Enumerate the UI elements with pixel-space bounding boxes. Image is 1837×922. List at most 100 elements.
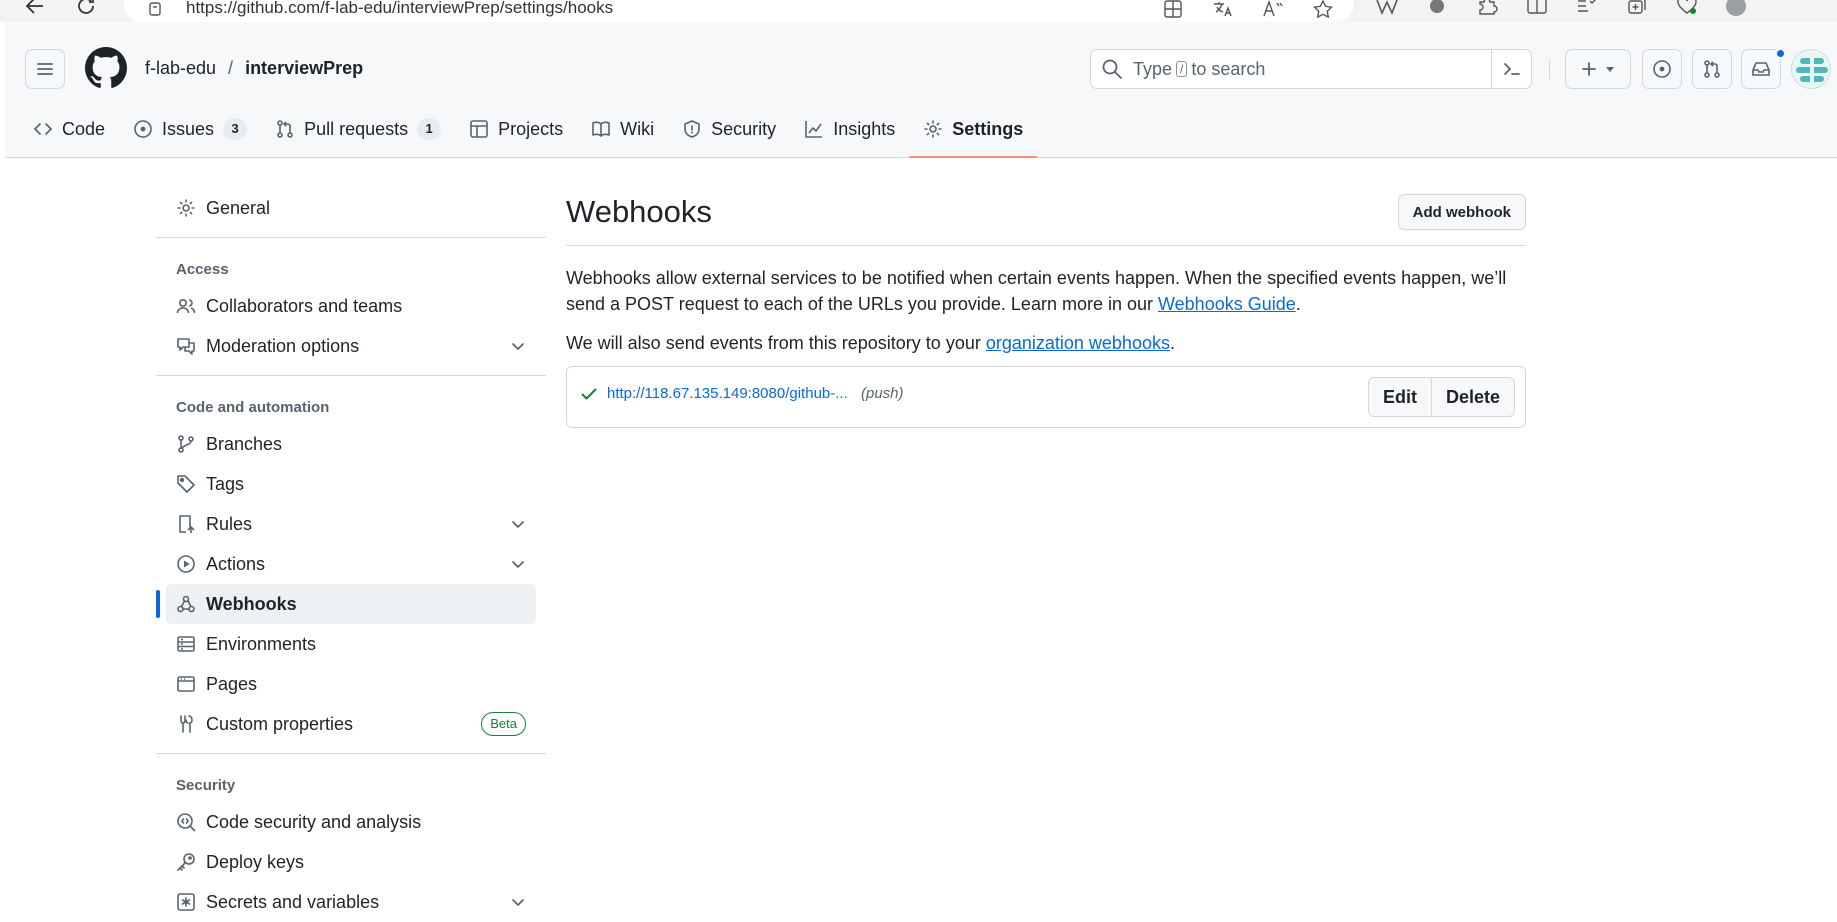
hamburger-icon: [36, 61, 54, 77]
delete-webhook-button[interactable]: Delete: [1430, 378, 1514, 416]
tab-label: Projects: [498, 118, 564, 139]
sidebar-divider: [156, 237, 546, 238]
split-screen-icon[interactable]: [1526, 0, 1548, 15]
tab-issues[interactable]: Issues 3: [119, 100, 261, 158]
graph-icon: [804, 119, 824, 139]
menu-button[interactable]: [25, 49, 65, 89]
sidebar-group-security: Security: [176, 777, 236, 794]
performance-heart-icon[interactable]: [1676, 0, 1698, 15]
pull-requests-count-badge: 1: [417, 118, 442, 140]
sidebar-item-tags[interactable]: Tags: [156, 464, 546, 504]
sidebar-item-custom-properties[interactable]: Custom properties Beta: [156, 704, 546, 744]
command-palette-button[interactable]: [1491, 50, 1531, 88]
page-info-icon[interactable]: [148, 2, 162, 16]
sidebar-item-pages[interactable]: Pages: [156, 664, 546, 704]
description-text: Webhooks allow external services to be n…: [566, 268, 1507, 314]
breadcrumb-separator: /: [228, 58, 234, 78]
org-webhooks-note: We will also send events from this repos…: [566, 330, 1526, 356]
back-arrow-icon[interactable]: [22, 0, 48, 18]
repo-owner-link[interactable]: f-lab-edu: [145, 58, 216, 79]
address-bar[interactable]: https://github.com/f-lab-edu/interviewPr…: [124, 0, 1354, 22]
tab-label: Settings: [952, 118, 1024, 139]
inbox-icon: [1751, 59, 1771, 79]
sidebar-item-code-security[interactable]: Code security and analysis: [156, 802, 546, 842]
sidebar-item-environments[interactable]: Environments: [156, 624, 546, 664]
tab-pull-requests[interactable]: Pull requests 1: [261, 100, 455, 158]
webhook-actions: Edit Delete: [1367, 377, 1515, 417]
repo-header: f-lab-edu / interviewPrep Type / to sear…: [5, 22, 1837, 158]
webhooks-content: Webhooks Add webhook Webhooks allow exte…: [566, 192, 1526, 428]
sidebar-item-label: Webhooks: [206, 593, 297, 614]
sidebar-item-deploy-keys[interactable]: Deploy keys: [156, 842, 546, 882]
chevron-down-icon: [510, 338, 526, 354]
tab-projects[interactable]: Projects: [455, 100, 577, 158]
tab-label: Security: [711, 118, 777, 139]
user-avatar[interactable]: [1791, 49, 1831, 89]
sidebar-item-label: Code security and analysis: [206, 811, 422, 832]
organization-webhooks-link[interactable]: organization webhooks: [986, 333, 1170, 353]
github-logo-icon[interactable]: [85, 47, 127, 89]
table-icon: [469, 119, 489, 139]
tab-settings[interactable]: Settings: [909, 100, 1038, 158]
code-icon: [33, 119, 53, 139]
extensions-puzzle-icon[interactable]: [1476, 0, 1498, 15]
webhook-url-link[interactable]: http://118.67.135.149:8080/github-...: [607, 385, 848, 402]
search-input[interactable]: Type / to search: [1090, 49, 1532, 89]
breadcrumb: f-lab-edu / interviewPrep: [145, 58, 363, 79]
collections-icon[interactable]: [1626, 0, 1648, 15]
sidebar-item-actions[interactable]: Actions: [156, 544, 546, 584]
issues-count-badge: 3: [223, 118, 248, 140]
edit-webhook-button[interactable]: Edit: [1369, 378, 1431, 416]
sidebar-item-label: Moderation options: [206, 335, 360, 356]
sidebar-item-webhooks[interactable]: Webhooks: [156, 584, 536, 624]
sidebar-item-collaborators[interactable]: Collaborators and teams: [156, 286, 546, 326]
sidebar-item-label: Tags: [206, 473, 245, 494]
reload-icon[interactable]: [74, 0, 100, 18]
url-text[interactable]: https://github.com/f-lab-edu/interviewPr…: [186, 0, 613, 18]
add-webhook-button[interactable]: Add webhook: [1397, 194, 1526, 230]
read-aloud-icon[interactable]: [1262, 0, 1284, 18]
git-pull-request-icon: [1702, 59, 1722, 79]
sidebar-item-label: Collaborators and teams: [206, 295, 403, 316]
pull-requests-button[interactable]: [1692, 49, 1732, 89]
tab-label: Pull requests: [304, 118, 409, 139]
search-shortcut-key: /: [1176, 61, 1188, 77]
sidebar-group-code-automation: Code and automation: [176, 399, 330, 416]
sidebar-item-rules[interactable]: Rules: [156, 504, 546, 544]
favorite-star-icon[interactable]: [1312, 0, 1334, 18]
webhooks-guide-link[interactable]: Webhooks Guide: [1158, 294, 1296, 314]
sidebar-item-branches[interactable]: Branches: [156, 424, 546, 464]
translate-icon[interactable]: [1212, 0, 1234, 18]
browser-toolbar: https://github.com/f-lab-edu/interviewPr…: [0, 0, 1837, 22]
repo-name-link[interactable]: interviewPrep: [245, 58, 363, 79]
header-divider: [1549, 59, 1550, 79]
webhooks-description: Webhooks allow external services to be n…: [566, 265, 1526, 317]
browser-profile-icon[interactable]: [1726, 0, 1746, 16]
tab-security[interactable]: Security: [668, 100, 790, 158]
sidebar-item-label: Pages: [206, 673, 258, 694]
sidebar-item-general[interactable]: General: [156, 188, 546, 228]
repo-push-icon: [176, 514, 196, 534]
org-note-text: We will also send events from this repos…: [566, 333, 986, 353]
sidebar-divider: [156, 375, 546, 376]
wikipedia-extension-icon[interactable]: [1376, 0, 1398, 15]
app-available-icon[interactable]: [1162, 0, 1184, 18]
sidebar-item-label: Actions: [206, 553, 266, 574]
create-new-button[interactable]: [1565, 49, 1631, 89]
plus-icon: [1581, 61, 1597, 77]
sidebar-item-label: Custom properties: [206, 713, 354, 734]
sidebar-item-secrets[interactable]: Secrets and variables: [156, 882, 546, 922]
issue-opened-icon: [1652, 59, 1672, 79]
server-icon: [176, 634, 196, 654]
tab-wiki[interactable]: Wiki: [577, 100, 668, 158]
tab-insights[interactable]: Insights: [790, 100, 909, 158]
org-note-end: .: [1169, 333, 1175, 353]
search-icon: [1101, 58, 1123, 80]
favorites-list-icon[interactable]: [1576, 0, 1598, 15]
book-icon: [591, 119, 611, 139]
browser-icon: [176, 674, 196, 694]
extension-badge-icon[interactable]: [1426, 0, 1448, 15]
tab-code[interactable]: Code: [5, 100, 119, 158]
sidebar-item-moderation[interactable]: Moderation options: [156, 326, 546, 366]
issues-button[interactable]: [1642, 49, 1682, 89]
